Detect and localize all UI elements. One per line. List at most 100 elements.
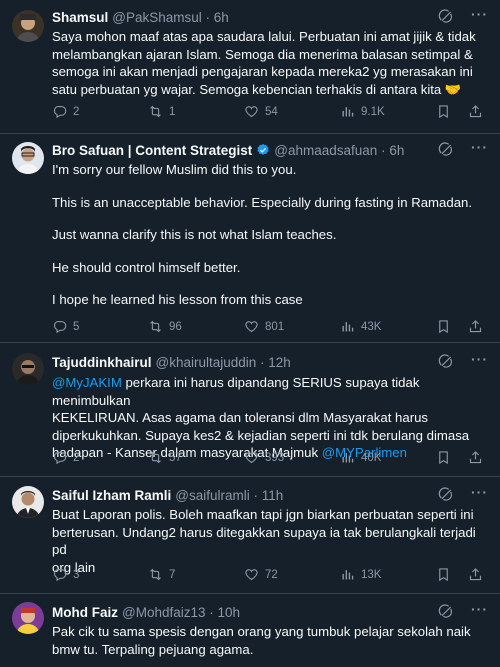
retweet-icon [148, 450, 163, 465]
text-paragraph: I'm sorry our fellow Muslim did this to … [52, 162, 297, 177]
retweet-count: 7 [169, 568, 176, 581]
avatar[interactable] [12, 10, 44, 42]
timestamp[interactable]: 6h [214, 10, 229, 25]
avatar[interactable] [12, 602, 44, 634]
views-button[interactable]: 40K [340, 450, 381, 465]
grok-icon[interactable] [438, 8, 454, 24]
timestamp[interactable]: 10h [218, 605, 241, 620]
display-name[interactable]: Mohd Faiz [52, 605, 118, 620]
grok-icon[interactable] [438, 486, 454, 502]
views-count: 43K [361, 320, 382, 333]
display-name[interactable]: Shamsul [52, 10, 108, 25]
text-line: Buat Laporan polis. Boleh maafkan tapi j… [52, 507, 474, 522]
retweet-button[interactable]: 57 [148, 450, 182, 465]
grok-icon[interactable] [438, 353, 454, 369]
share-button[interactable] [468, 567, 483, 585]
text-line: Saya mohon maaf atas apa saudara lalui. … [52, 29, 476, 44]
text-line: melambangkan ajaran Islam. Semoga dia me… [52, 46, 473, 62]
views-icon [340, 450, 355, 465]
like-button[interactable]: 393 [244, 450, 284, 465]
tweet-header: Tajuddinkhairul @khairultajuddin · 12h ·… [52, 351, 488, 371]
reply-icon [52, 104, 67, 119]
bookmark-button[interactable] [436, 104, 451, 122]
views-button[interactable]: 9.1K [340, 104, 385, 119]
share-icon [468, 319, 483, 334]
user-handle[interactable]: @ahmaadsafuan [274, 143, 377, 158]
reply-button[interactable]: 3 [52, 567, 79, 582]
retweet-icon [148, 104, 163, 119]
tweet[interactable]: Mohd Faiz @Mohdfaiz13 · 10h ··· Pak cik … [0, 594, 500, 667]
bookmark-button[interactable] [436, 319, 451, 337]
separator: · [377, 142, 390, 158]
verified-badge-icon [256, 143, 270, 157]
retweet-icon [148, 319, 163, 334]
like-icon [244, 104, 259, 119]
tweet-header: Saiful Izham Ramli @saifulramli · 11h ··… [52, 484, 488, 504]
reply-count: 3 [73, 568, 80, 581]
grok-icon[interactable] [438, 603, 454, 619]
timestamp[interactable]: 6h [389, 143, 404, 158]
bookmark-icon [436, 567, 451, 582]
tweet-text: Buat Laporan polis. Boleh maafkan tapi j… [52, 506, 488, 576]
bookmark-button[interactable] [436, 567, 451, 585]
avatar[interactable] [12, 486, 44, 518]
share-button[interactable] [468, 319, 483, 337]
user-handle[interactable]: @PakShamsul [112, 10, 202, 25]
more-icon[interactable]: ··· [471, 484, 488, 500]
text-line: Pak cik tu sama spesis dengan orang yang… [52, 624, 471, 639]
mention-link[interactable]: @MyJAKIM [52, 375, 122, 390]
display-name[interactable]: Saiful Izham Ramli [52, 488, 171, 503]
user-handle[interactable]: @saifulramli [175, 488, 249, 503]
like-button[interactable]: 54 [244, 104, 278, 119]
more-icon[interactable]: ··· [471, 351, 488, 367]
more-icon[interactable]: ··· [471, 139, 488, 155]
tweet-header: Mohd Faiz @Mohdfaiz13 · 10h ··· [52, 601, 488, 621]
avatar[interactable] [12, 353, 44, 385]
reply-button[interactable]: 2 [52, 104, 79, 119]
text-paragraph: Just wanna clarify this is not what Isla… [52, 227, 337, 242]
retweet-button[interactable]: 1 [148, 104, 175, 119]
text-paragraph: This is an unacceptable behavior. Especi… [52, 194, 473, 210]
retweet-count: 96 [169, 320, 182, 333]
share-button[interactable] [468, 450, 483, 468]
tweet[interactable]: Saiful Izham Ramli @saifulramli · 11h ··… [0, 477, 500, 594]
tweet-header: Shamsul @PakShamsul · 6h ··· [52, 6, 488, 26]
bookmark-button[interactable] [436, 450, 451, 468]
retweet-count: 57 [169, 451, 182, 464]
views-button[interactable]: 13K [340, 567, 381, 582]
reply-icon [52, 319, 67, 334]
timestamp[interactable]: 11h [262, 488, 284, 503]
views-icon [340, 104, 355, 119]
tweet[interactable]: Bro Safuan | Content Strategist @ahmaads… [0, 134, 500, 343]
separator: · [201, 9, 214, 25]
text-line: @MyJAKIM perkara ini harus dipandang SER… [52, 374, 488, 409]
timestamp[interactable]: 12h [268, 355, 291, 370]
more-icon[interactable]: ··· [471, 601, 488, 617]
separator: · [256, 354, 269, 370]
reply-icon [52, 450, 67, 465]
retweet-button[interactable]: 96 [148, 319, 182, 334]
like-button[interactable]: 72 [244, 567, 278, 582]
display-name[interactable]: Bro Safuan | Content Strategist [52, 143, 252, 158]
retweet-button[interactable]: 7 [148, 567, 175, 582]
user-handle[interactable]: @khairultajuddin [156, 355, 257, 370]
reply-button[interactable]: 5 [52, 319, 79, 334]
text-paragraph: I hope he learned his lesson from this c… [52, 292, 303, 307]
user-handle[interactable]: @Mohdfaiz13 [122, 605, 206, 620]
display-name[interactable]: Tajuddinkhairul [52, 355, 152, 370]
text-paragraph: He should control himself better. [52, 259, 241, 275]
views-count: 9.1K [361, 105, 385, 118]
like-button[interactable]: 801 [244, 319, 284, 334]
views-count: 13K [361, 568, 382, 581]
grok-icon[interactable] [438, 141, 454, 157]
more-icon[interactable]: ··· [471, 6, 488, 22]
reply-button[interactable]: 2 [52, 450, 79, 465]
action-bar: 3 7 72 13K [52, 567, 488, 585]
share-button[interactable] [468, 104, 483, 122]
views-button[interactable]: 43K [340, 319, 381, 334]
avatar[interactable] [12, 142, 44, 174]
tweet[interactable]: Tajuddinkhairul @khairultajuddin · 12h ·… [0, 343, 500, 477]
text-line: semoga ini akan menjadi pengajaran kepad… [52, 64, 473, 79]
tweet[interactable]: Shamsul @PakShamsul · 6h ··· Saya mohon … [0, 0, 500, 134]
tweet-text: @MyJAKIM perkara ini harus dipandang SER… [52, 374, 488, 462]
